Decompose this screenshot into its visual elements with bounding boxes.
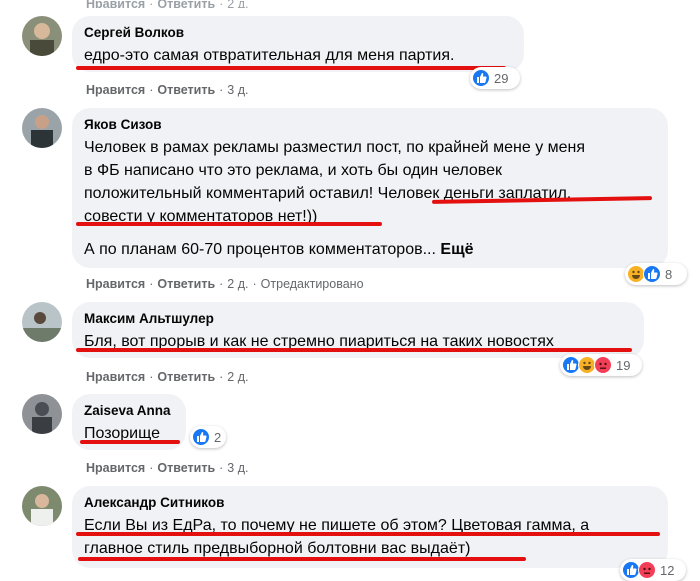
like-button[interactable]: Нравится bbox=[86, 461, 145, 475]
reaction-count: 29 bbox=[494, 70, 509, 86]
like-icon bbox=[643, 265, 661, 283]
reactions-summary[interactable]: 12 bbox=[620, 559, 686, 581]
comment-actions: Нравится · Ответить · 3 д. bbox=[86, 83, 249, 97]
comment-author[interactable]: Александр Ситников bbox=[84, 494, 656, 511]
reply-button[interactable]: Ответить bbox=[157, 83, 215, 97]
comment-time[interactable]: 3 д. bbox=[227, 461, 248, 475]
comment-bubble: Александр Ситников Если Вы из ЕдРа, то п… bbox=[72, 486, 668, 568]
avatar[interactable] bbox=[22, 394, 62, 434]
red-underline bbox=[76, 532, 660, 536]
reaction-count: 8 bbox=[665, 266, 673, 282]
see-more-link[interactable]: Ещё bbox=[440, 241, 473, 258]
comment-actions: Нравится · Ответить · 2 д. bbox=[86, 370, 249, 384]
avatar[interactable] bbox=[22, 16, 62, 56]
comment-text-line: положительный комментарий оставил! Челов… bbox=[84, 185, 572, 202]
comment-author[interactable]: Яков Сизов bbox=[84, 116, 656, 133]
comment-text-continued: А по планам 60-70 процентов комментаторо… bbox=[84, 238, 656, 261]
red-underline bbox=[80, 440, 180, 444]
reactions-summary[interactable]: 8 bbox=[625, 263, 687, 285]
edited-label[interactable]: Отредактировано bbox=[261, 277, 364, 291]
like-button[interactable]: Нравится bbox=[86, 83, 145, 97]
avatar-image bbox=[22, 302, 62, 342]
avatar-image bbox=[22, 108, 62, 148]
reaction-count: 12 bbox=[660, 562, 675, 578]
avatar[interactable] bbox=[22, 108, 62, 148]
comment-text: Если Вы из ЕдРа, то почему не пишете об … bbox=[84, 514, 656, 560]
like-button[interactable]: Нравится bbox=[86, 277, 145, 291]
comment-text: едро-это самая отвратительная для меня п… bbox=[84, 47, 455, 64]
comment-bubble: Сергей Волков едро-это самая отвратитель… bbox=[72, 16, 524, 72]
angry-icon bbox=[638, 561, 656, 579]
reactions-summary[interactable]: 29 bbox=[470, 67, 520, 89]
reactions-summary[interactable]: 19 bbox=[560, 354, 642, 376]
reaction-count: 19 bbox=[616, 357, 631, 373]
comment-bubble: Яков Сизов Человек в рамах рекламы разме… bbox=[72, 108, 668, 268]
red-underline bbox=[76, 66, 506, 70]
reactions-summary[interactable]: 2 bbox=[190, 426, 226, 448]
reply-button[interactable]: Ответить bbox=[157, 0, 215, 8]
red-underline bbox=[76, 222, 382, 226]
reaction-count: 2 bbox=[214, 429, 222, 445]
like-button[interactable]: Нравится bbox=[86, 370, 145, 384]
like-icon bbox=[472, 69, 490, 87]
comment-text-line: Человек в рамах рекламы разместил пост, … bbox=[84, 139, 586, 156]
avatar[interactable] bbox=[22, 302, 62, 342]
avatar[interactable] bbox=[22, 486, 62, 526]
comment-text-line: в ФБ написано что это реклама, и хоть бы… bbox=[84, 162, 503, 179]
comment-time[interactable]: 2 д. bbox=[227, 277, 248, 291]
comment-time[interactable]: 2 д. bbox=[227, 370, 248, 384]
comment-actions: Нравится · Ответить · 2 д. · Отредактировано bbox=[86, 277, 364, 291]
avatar-image bbox=[22, 16, 62, 56]
reply-button[interactable]: Ответить bbox=[157, 461, 215, 475]
comment-author[interactable]: Сергей Волков bbox=[84, 24, 512, 41]
previous-comment-actions: Нравится · Ответить · 2 д. bbox=[86, 0, 249, 8]
comment-text-line: А по планам 60-70 процентов комментаторо… bbox=[84, 241, 436, 258]
reply-button[interactable]: Ответить bbox=[157, 277, 215, 291]
comment-time[interactable]: 2 д. bbox=[227, 0, 248, 8]
comment-author[interactable]: Zaiseva Anna bbox=[84, 402, 174, 419]
angry-icon bbox=[594, 356, 612, 374]
avatar-image bbox=[22, 486, 62, 526]
avatar-image bbox=[22, 394, 62, 434]
comment-author[interactable]: Максим Альтшулер bbox=[84, 310, 632, 327]
like-icon bbox=[192, 428, 210, 446]
red-underline bbox=[78, 557, 526, 561]
comment-time[interactable]: 3 д. bbox=[227, 83, 248, 97]
reply-button[interactable]: Ответить bbox=[157, 370, 215, 384]
comment-actions: Нравится · Ответить · 3 д. bbox=[86, 461, 249, 475]
like-button[interactable]: Нравится bbox=[86, 0, 145, 8]
red-underline bbox=[76, 348, 632, 352]
